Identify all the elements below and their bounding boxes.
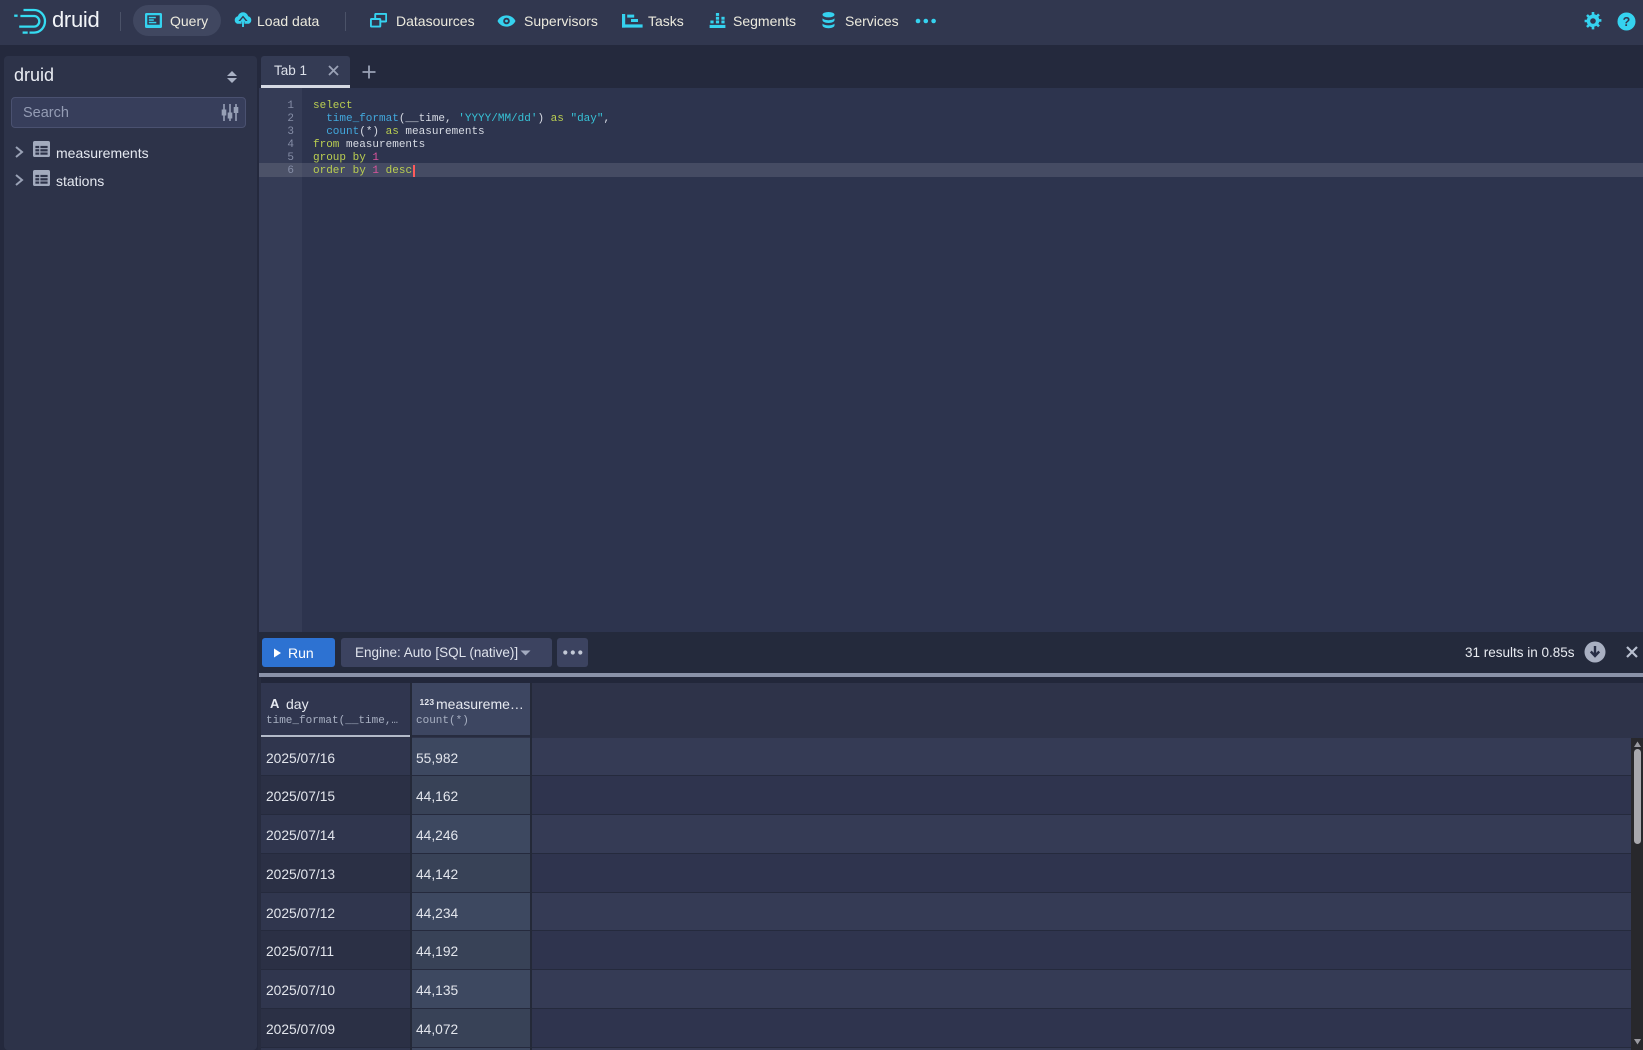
svg-text:?: ? [1623,15,1631,29]
